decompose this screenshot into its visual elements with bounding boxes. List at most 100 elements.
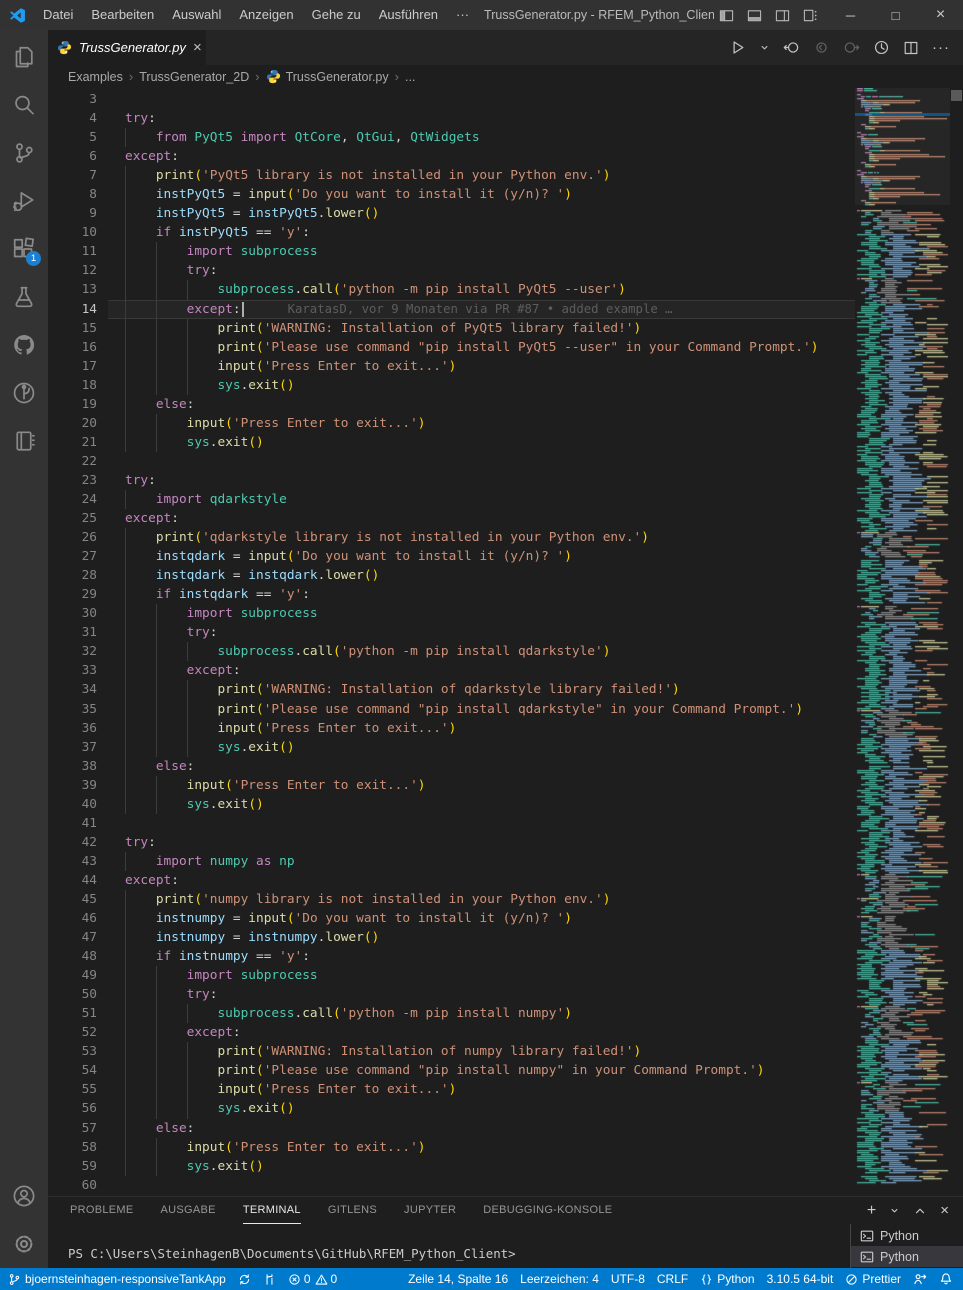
code-line-59[interactable]: 59 sys.exit(): [48, 1156, 855, 1176]
code-line-6[interactable]: 6 except:: [48, 147, 855, 166]
tab-close-icon[interactable]: ×: [193, 40, 202, 55]
status-language-mode[interactable]: Python: [694, 1268, 760, 1290]
maximize-button[interactable]: □: [873, 0, 918, 30]
line-number[interactable]: 15: [48, 319, 97, 338]
code-line-20[interactable]: 20 input('Press Enter to exit...'): [48, 413, 855, 433]
code-line-22[interactable]: 22: [48, 452, 855, 471]
code-line-47[interactable]: 47 instnumpy = instnumpy.lower(): [48, 928, 855, 948]
editor-scrollbar[interactable]: [950, 88, 963, 1196]
code-line-25[interactable]: 25 except:: [48, 509, 855, 528]
code-line-37[interactable]: 37 sys.exit(): [48, 737, 855, 757]
activity-accounts-icon[interactable]: [0, 1172, 48, 1220]
customize-layout-icon[interactable]: [798, 2, 822, 28]
code-line-58[interactable]: 58 input('Press Enter to exit...'): [48, 1137, 855, 1157]
code-line-42[interactable]: 42 try:: [48, 833, 855, 852]
code-line-51[interactable]: 51 subprocess.call('python -m pip instal…: [48, 1004, 855, 1024]
code-line-50[interactable]: 50 try:: [48, 985, 855, 1005]
activity-notebooks-icon[interactable]: [0, 417, 48, 465]
line-number[interactable]: 35: [48, 700, 97, 719]
activity-extensions-icon[interactable]: 1: [0, 225, 48, 273]
code-line-14[interactable]: 14 except: KaratasD, vor 9 Monaten via PR…: [48, 299, 855, 319]
previous-change-button[interactable]: [813, 39, 830, 56]
breadcrumb-trussgenerator-py[interactable]: TrussGenerator.py: [266, 69, 389, 84]
status-feedback-button[interactable]: [907, 1268, 933, 1290]
line-number[interactable]: 17: [48, 357, 97, 376]
line-number[interactable]: 22: [48, 452, 97, 471]
code-line-29[interactable]: 29 if instqdark == 'y':: [48, 585, 855, 605]
code-line-15[interactable]: 15 print('WARNING: Installation of PyQt5…: [48, 318, 855, 338]
terminal-session-1[interactable]: Python: [851, 1225, 963, 1246]
code-line-26[interactable]: 26 print('qdarkstyle library is not inst…: [48, 528, 855, 548]
line-number[interactable]: 10: [48, 223, 97, 242]
panel-tab-debugging-konsole[interactable]: DEBUGGING-KONSOLE: [483, 1197, 612, 1224]
line-number[interactable]: 25: [48, 509, 97, 528]
breadcrumb-item[interactable]: ...: [405, 70, 415, 84]
code-line-23[interactable]: 23 try:: [48, 471, 855, 490]
code-line-45[interactable]: 45 print('numpy library is not installed…: [48, 889, 855, 910]
code-line-57[interactable]: 57 else:: [48, 1118, 855, 1138]
line-number[interactable]: 6: [48, 147, 97, 166]
code-line-33[interactable]: 33 except:: [48, 661, 855, 681]
code-line-52[interactable]: 52 except:: [48, 1023, 855, 1043]
line-number[interactable]: 28: [48, 566, 97, 585]
terminal-session-2[interactable]: Python: [851, 1246, 963, 1267]
code-line-48[interactable]: 48 if instnumpy == 'y':: [48, 947, 855, 967]
maximize-panel-button[interactable]: [913, 1204, 927, 1218]
tab-trussgenerator[interactable]: TrussGenerator.py ×: [48, 30, 206, 65]
line-number[interactable]: 7: [48, 166, 97, 185]
code-line-38[interactable]: 38 else:: [48, 756, 855, 776]
code-line-30[interactable]: 30 import subprocess: [48, 604, 855, 624]
line-number[interactable]: 5: [48, 128, 97, 147]
code-line-11[interactable]: 11 import subprocess: [48, 242, 855, 262]
line-number[interactable]: 53: [48, 1042, 97, 1061]
code-line-12[interactable]: 12 try:: [48, 261, 855, 281]
code-line-7[interactable]: 7 print('PyQt5 library is not installed …: [48, 166, 855, 186]
close-button[interactable]: ×: [918, 0, 963, 30]
code-line-44[interactable]: 44 except:: [48, 871, 855, 890]
scrollbar-thumb[interactable]: [951, 90, 962, 101]
code-line-41[interactable]: 41: [48, 814, 855, 833]
code-line-10[interactable]: 10 if instPyQt5 == 'y':: [48, 223, 855, 243]
menu-ausführen[interactable]: Ausführen: [370, 0, 447, 30]
status-gitlens-compare-button[interactable]: [257, 1268, 282, 1290]
activity-search-icon[interactable]: [0, 81, 48, 129]
status-branch[interactable]: bjoernsteinhagen-responsiveTankApp: [0, 1268, 232, 1290]
next-change-button[interactable]: [843, 39, 860, 56]
minimize-button[interactable]: ─: [828, 0, 873, 30]
line-number[interactable]: 58: [48, 1138, 97, 1157]
file-history-button[interactable]: [873, 39, 890, 56]
code-line-39[interactable]: 39 input('Press Enter to exit...'): [48, 775, 855, 795]
menu-bearbeiten[interactable]: Bearbeiten: [82, 0, 163, 30]
menu-gehe-zu[interactable]: Gehe zu: [303, 0, 370, 30]
line-number[interactable]: 57: [48, 1119, 97, 1138]
code-line-60[interactable]: 60: [48, 1176, 855, 1195]
code-line-54[interactable]: 54 print('Please use command "pip instal…: [48, 1061, 855, 1081]
line-number[interactable]: 14: [48, 300, 97, 319]
code-line-4[interactable]: 4 try:: [48, 109, 855, 128]
line-number[interactable]: 44: [48, 871, 97, 890]
line-number[interactable]: 45: [48, 890, 97, 909]
status-notifications-button[interactable]: [933, 1268, 963, 1290]
line-number[interactable]: 21: [48, 433, 97, 452]
activity-settings-icon[interactable]: [0, 1220, 48, 1268]
code-line-43[interactable]: 43 import numpy as np: [48, 851, 855, 871]
terminal-output[interactable]: PS C:\Users\SteinhagenB\Documents\GitHub…: [68, 1246, 516, 1261]
line-number[interactable]: 4: [48, 109, 97, 128]
line-number[interactable]: 29: [48, 585, 97, 604]
code-line-5[interactable]: 5 from PyQt5 import QtCore, QtGui, QtWid…: [48, 128, 855, 148]
code-line-32[interactable]: 32 subprocess.call('python -m pip instal…: [48, 642, 855, 662]
panel-tab-gitlens[interactable]: GITLENS: [328, 1197, 377, 1224]
code-line-49[interactable]: 49 import subprocess: [48, 966, 855, 986]
toggle-primary-sidebar-icon[interactable]: [714, 2, 738, 28]
line-number[interactable]: 42: [48, 833, 97, 852]
line-number[interactable]: 13: [48, 280, 97, 299]
line-number[interactable]: 33: [48, 661, 97, 680]
code-line-27[interactable]: 27 instqdark = input('Do you want to ins…: [48, 547, 855, 567]
code-line-18[interactable]: 18 sys.exit(): [48, 375, 855, 395]
menu-item[interactable]: ···: [447, 0, 478, 30]
line-number[interactable]: 55: [48, 1080, 97, 1099]
panel-tab-ausgabe[interactable]: AUSGABE: [161, 1197, 216, 1224]
line-number[interactable]: 34: [48, 680, 97, 699]
breadcrumb-examples[interactable]: Examples: [68, 70, 123, 84]
line-number[interactable]: 23: [48, 471, 97, 490]
